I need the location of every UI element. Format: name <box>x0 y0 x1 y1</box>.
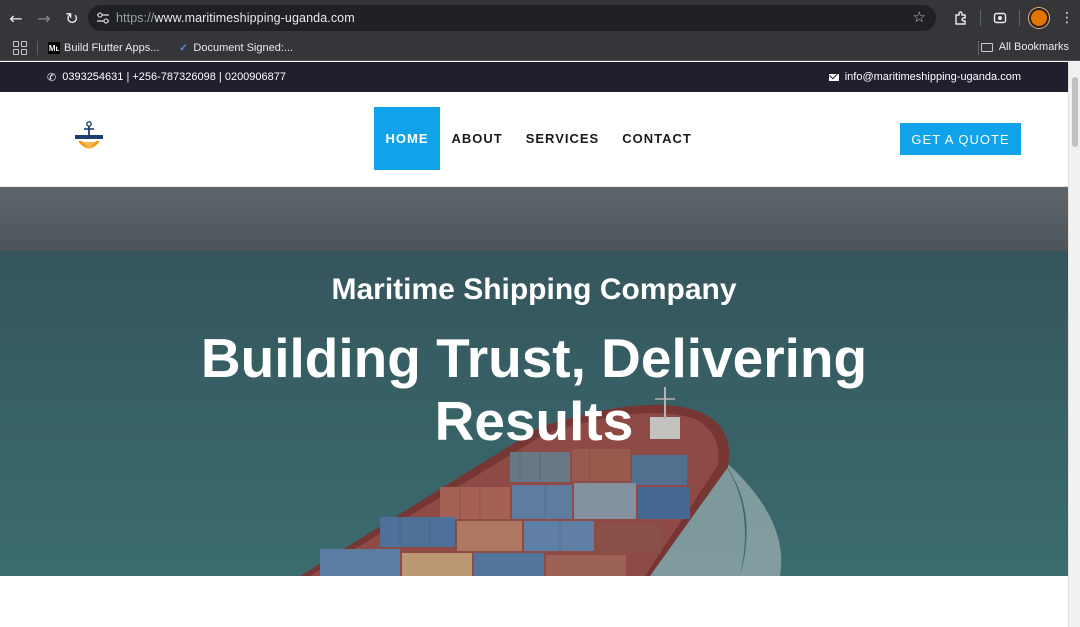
menu-icon[interactable]: ⋮ <box>1054 5 1080 31</box>
bookmarks-separator <box>37 41 38 55</box>
all-bookmarks-label: All Bookmarks <box>998 41 1069 53</box>
main-nav: HOME ABOUT SERVICES CONTACT <box>374 107 703 170</box>
phone-numbers-text: 0393254631 | +256-787326098 | 0200906877 <box>62 71 287 83</box>
nav-services[interactable]: SERVICES <box>514 107 611 170</box>
medium-favicon-icon: Mʟ <box>48 42 60 54</box>
page-viewport: ✆ 0393254631 | +256-787326098 | 02009068… <box>0 62 1068 627</box>
forward-icon[interactable]: → <box>30 4 58 32</box>
address-bar[interactable]: https://www.maritimeshipping-uganda.com … <box>88 5 936 31</box>
bookmark-build-flutter-apps[interactable]: Mʟ Build Flutter Apps... <box>48 42 159 54</box>
bookmark-label: Build Flutter Apps... <box>64 42 160 54</box>
get-a-quote-button[interactable]: GET A QUOTE <box>900 123 1021 155</box>
url-host: www.maritimeshipping-uganda.com <box>154 11 355 25</box>
screenshot-icon[interactable] <box>985 5 1015 31</box>
email-text[interactable]: info@maritimeshipping-uganda.com <box>845 71 1021 83</box>
email-contact[interactable]: info@maritimeshipping-uganda.com <box>828 71 1021 83</box>
bookmarks-separator <box>978 41 979 55</box>
contact-topbar: ✆ 0393254631 | +256-787326098 | 02009068… <box>0 62 1068 92</box>
nav-contact[interactable]: CONTACT <box>611 107 704 170</box>
url-text[interactable]: https://www.maritimeshipping-uganda.com <box>116 11 355 25</box>
document-favicon-icon: ✓ <box>179 42 188 54</box>
bookmark-document-signed[interactable]: ✓ Document Signed:... <box>177 42 293 54</box>
back-icon[interactable]: ← <box>2 4 30 32</box>
phone-numbers: ✆ 0393254631 | +256-787326098 | 02009068… <box>47 71 286 84</box>
hero-banner: Maritime Shipping Company Building Trust… <box>0 187 1068 576</box>
extensions-icon[interactable] <box>946 5 976 31</box>
scrollbar-thumb[interactable] <box>1072 77 1078 147</box>
all-bookmarks-button[interactable]: All Bookmarks <box>980 41 1069 53</box>
hero-title: Building Trust, Delivering Results <box>200 327 868 452</box>
url-scheme: https:// <box>116 11 155 25</box>
site-settings-icon[interactable] <box>90 5 116 31</box>
profile-avatar[interactable] <box>1024 5 1054 31</box>
browser-toolbar: ← → ↻ https://www.maritimeshipping-ugand… <box>0 0 1080 36</box>
hero-subtitle: Maritime Shipping Company <box>331 273 737 306</box>
phone-icon: ✆ <box>47 70 57 84</box>
maritime-logo[interactable] <box>74 120 104 156</box>
nav-home[interactable]: HOME <box>374 107 440 170</box>
apps-grid-icon[interactable] <box>13 41 27 55</box>
nav-about[interactable]: ABOUT <box>440 107 514 170</box>
envelope-icon <box>828 73 839 81</box>
toolbar-separator <box>1019 10 1020 26</box>
folder-icon <box>980 42 993 52</box>
bookmarks-bar: Mʟ Build Flutter Apps... ✓ Document Sign… <box>0 36 1080 61</box>
site-header: HOME ABOUT SERVICES CONTACT GET A QUOTE <box>0 92 1068 187</box>
reload-icon[interactable]: ↻ <box>58 4 86 32</box>
bookmark-star-icon[interactable]: ☆ <box>913 8 926 26</box>
toolbar-separator <box>980 10 981 26</box>
page-scrollbar[interactable] <box>1068 62 1080 627</box>
bookmark-label: Document Signed:... <box>193 42 294 54</box>
